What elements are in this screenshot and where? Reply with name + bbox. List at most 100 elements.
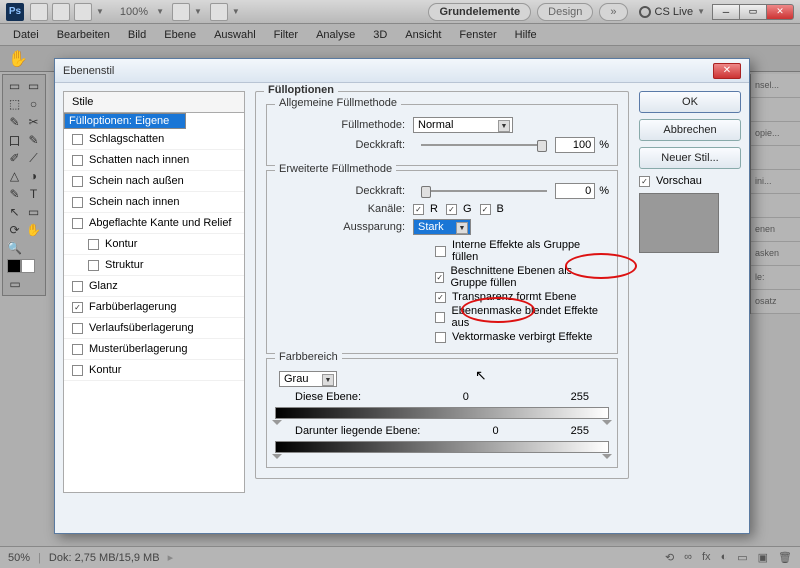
titlebar-icon[interactable] <box>30 3 48 21</box>
status-zoom[interactable]: 50% <box>8 552 30 564</box>
maximize-button[interactable]: ▭ <box>739 4 767 20</box>
tool[interactable]: ✎ <box>5 185 24 203</box>
blendif-this-slider[interactable] <box>275 407 609 419</box>
adv-option-checkbox[interactable] <box>435 292 446 303</box>
panel-tab[interactable]: enen <box>751 218 800 242</box>
sb-icon[interactable]: fx <box>702 551 711 564</box>
panel-tab[interactable] <box>751 98 800 122</box>
tool[interactable]: ▭ <box>24 203 43 221</box>
blendif-channel-select[interactable]: Grau▼ <box>279 371 337 387</box>
sb-icon[interactable]: ◐ <box>721 551 728 564</box>
new-style-button[interactable]: Neuer Stil... <box>639 147 741 169</box>
style-checkbox[interactable] <box>72 323 83 334</box>
style-checkbox[interactable] <box>72 344 83 355</box>
titlebar-icon[interactable] <box>210 3 228 21</box>
style-checkbox[interactable] <box>88 239 99 250</box>
panel-tab[interactable]: nsel... <box>751 74 800 98</box>
style-row[interactable]: Schatten nach innen <box>64 150 244 171</box>
workspace-more[interactable]: » <box>599 3 627 21</box>
knockout-select[interactable]: Stark▼ <box>413 219 471 235</box>
workspace-grundelemente[interactable]: Grundelemente <box>428 3 531 21</box>
menu-filter[interactable]: Filter <box>265 26 307 44</box>
sb-icon[interactable]: ⟲ <box>665 551 674 564</box>
tool[interactable]: ✎ <box>24 131 43 149</box>
tool[interactable]: ✂ <box>24 113 43 131</box>
style-checkbox[interactable] <box>72 197 83 208</box>
style-row[interactable]: Farbüberlagerung <box>64 297 244 318</box>
style-row[interactable]: Fülloptionen: Eigene <box>64 113 186 129</box>
style-checkbox[interactable] <box>88 260 99 271</box>
adv-option-checkbox[interactable] <box>435 246 446 257</box>
channel-b-checkbox[interactable] <box>480 204 491 215</box>
titlebar-icon[interactable] <box>74 3 92 21</box>
tool[interactable]: ⬚ <box>5 95 24 113</box>
style-row[interactable]: Abgeflachte Kante und Relief <box>64 213 244 234</box>
close-button[interactable]: ✕ <box>766 4 794 20</box>
tool[interactable]: ▭ <box>24 77 43 95</box>
menu-datei[interactable]: Datei <box>4 26 48 44</box>
fill-opacity-slider[interactable] <box>421 184 547 198</box>
menu-3d[interactable]: 3D <box>364 26 396 44</box>
menu-analyse[interactable]: Analyse <box>307 26 364 44</box>
adv-option-checkbox[interactable] <box>435 332 446 343</box>
titlebar-icon[interactable] <box>172 3 190 21</box>
menu-fenster[interactable]: Fenster <box>450 26 505 44</box>
tool[interactable]: ✎ <box>5 113 24 131</box>
quickmask[interactable]: ▭ <box>5 275 25 293</box>
opacity-input[interactable]: 100 <box>555 137 595 153</box>
zoom-level[interactable]: 100% <box>120 6 148 18</box>
style-checkbox[interactable] <box>72 281 83 292</box>
tool[interactable]: T <box>24 185 43 203</box>
panel-tab[interactable] <box>751 194 800 218</box>
preview-checkbox[interactable] <box>639 176 650 187</box>
channel-r-checkbox[interactable] <box>413 204 424 215</box>
style-row[interactable]: Kontur <box>64 234 244 255</box>
tool[interactable]: 🔍 <box>5 239 24 257</box>
panel-tab[interactable] <box>751 146 800 170</box>
dialog-close-button[interactable]: ✕ <box>713 63 741 79</box>
blend-mode-select[interactable]: Normal▼ <box>413 117 513 133</box>
style-row[interactable]: Schein nach außen <box>64 171 244 192</box>
style-checkbox[interactable] <box>72 365 83 376</box>
tool[interactable]: ⟋ <box>24 149 43 167</box>
tool[interactable]: ◑ <box>24 167 43 185</box>
sb-icon[interactable]: 🗑 <box>778 551 792 564</box>
style-row[interactable]: Kontur <box>64 360 244 381</box>
tool[interactable]: ○ <box>24 95 43 113</box>
style-row[interactable]: Schlagschatten <box>64 129 244 150</box>
sb-icon[interactable]: ▣ <box>758 551 768 564</box>
tool[interactable]: ↖ <box>5 203 24 221</box>
menu-bearbeiten[interactable]: Bearbeiten <box>48 26 119 44</box>
adv-option-checkbox[interactable] <box>435 312 445 323</box>
panel-tab[interactable]: opie... <box>751 122 800 146</box>
menu-hilfe[interactable]: Hilfe <box>506 26 546 44</box>
dialog-titlebar[interactable]: Ebenenstil ✕ <box>55 59 749 83</box>
menu-bild[interactable]: Bild <box>119 26 155 44</box>
tool[interactable]: ⟳ <box>5 221 24 239</box>
minimize-button[interactable]: ─ <box>712 4 740 20</box>
style-row[interactable]: Verlaufsüberlagerung <box>64 318 244 339</box>
panel-tab[interactable]: asken <box>751 242 800 266</box>
panel-tab[interactable]: osatz <box>751 290 800 314</box>
menu-auswahl[interactable]: Auswahl <box>205 26 265 44</box>
style-checkbox[interactable] <box>72 302 83 313</box>
tool[interactable]: △ <box>5 167 24 185</box>
sb-icon[interactable]: ▭ <box>737 551 747 564</box>
panel-tab[interactable]: le: <box>751 266 800 290</box>
fg-swatch[interactable] <box>7 259 21 273</box>
adv-option-checkbox[interactable] <box>435 272 444 283</box>
menu-ansicht[interactable]: Ansicht <box>396 26 450 44</box>
cslive-button[interactable]: CS Live▼ <box>639 6 713 18</box>
style-checkbox[interactable] <box>72 134 83 145</box>
ok-button[interactable]: OK <box>639 91 741 113</box>
bg-swatch[interactable] <box>21 259 35 273</box>
tool[interactable]: ✋ <box>24 221 43 239</box>
style-checkbox[interactable] <box>72 176 83 187</box>
opacity-slider[interactable] <box>421 138 547 152</box>
style-checkbox[interactable] <box>72 218 83 229</box>
tool[interactable]: ▭ <box>5 77 24 95</box>
tool[interactable] <box>24 239 43 257</box>
titlebar-icon[interactable] <box>52 3 70 21</box>
fill-opacity-input[interactable]: 0 <box>555 183 595 199</box>
tool[interactable]: ✐ <box>5 149 24 167</box>
